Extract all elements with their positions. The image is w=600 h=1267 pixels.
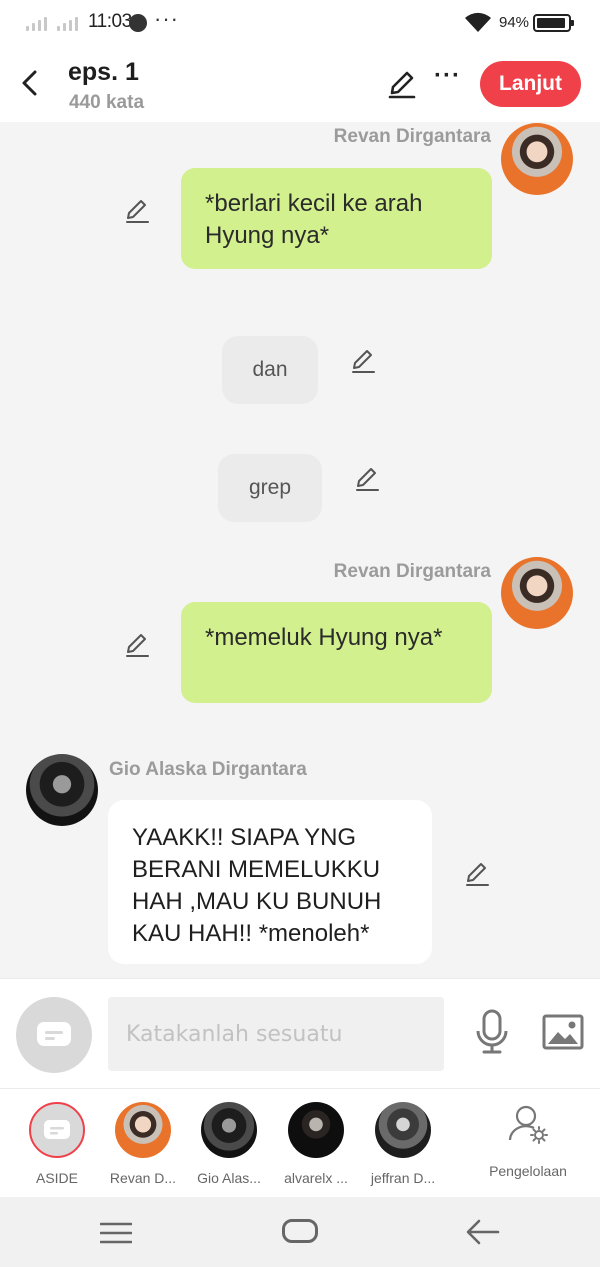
battery-percent: 94% <box>499 14 530 31</box>
more-options-icon[interactable]: ··· <box>434 62 461 90</box>
composer-bar <box>0 978 600 1088</box>
narration-bubble[interactable]: dan <box>222 336 318 404</box>
sender-name: Gio Alaska Dirgantara <box>109 759 307 780</box>
avatar <box>288 1102 344 1158</box>
character-label: jeffran D... <box>370 1170 436 1186</box>
back-button[interactable] <box>14 66 44 100</box>
character-revan[interactable]: Revan D... <box>100 1102 186 1186</box>
editor-header: eps. 1 440 kata ··· Lanjut <box>0 46 600 122</box>
avatar[interactable] <box>26 754 98 826</box>
character-label: Revan D... <box>109 1170 177 1186</box>
image-icon[interactable] <box>542 1014 584 1050</box>
character-alvarelx[interactable]: alvarelx ... <box>273 1102 359 1186</box>
back-arrow-icon[interactable] <box>466 1219 500 1245</box>
home-icon[interactable] <box>282 1219 318 1243</box>
avatar[interactable] <box>501 123 573 195</box>
character-label: alvarelx ... <box>284 1170 348 1186</box>
edit-pencil-icon[interactable] <box>349 347 377 375</box>
user-settings-icon <box>508 1105 548 1144</box>
character-bar: ASIDE Revan D... Gio Alas... alvarelx ..… <box>0 1088 600 1197</box>
next-button[interactable]: Lanjut <box>480 61 581 107</box>
character-aside[interactable]: ASIDE <box>14 1102 100 1186</box>
character-gio[interactable]: Gio Alas... <box>186 1102 272 1186</box>
episode-title: eps. 1 <box>68 58 139 86</box>
avatar <box>115 1102 171 1158</box>
edit-pencil-icon[interactable] <box>463 860 491 888</box>
edit-pencil-icon[interactable] <box>386 68 418 100</box>
avatar[interactable] <box>501 557 573 629</box>
message-bubble[interactable]: *berlari kecil ke arah Hyung nya* <box>181 168 492 269</box>
message-bubble[interactable]: *memeluk Hyung nya* <box>181 602 492 703</box>
status-more-icon: ··· <box>154 6 179 31</box>
chevron-left-icon <box>22 70 37 96</box>
narration-bubble[interactable]: grep <box>218 454 322 522</box>
character-label: Gio Alas... <box>197 1170 261 1186</box>
edit-pencil-icon[interactable] <box>353 465 381 493</box>
chat-bubble-icon <box>37 1022 71 1046</box>
battery-icon <box>533 14 574 32</box>
avatar <box>375 1102 431 1158</box>
character-label: ASIDE <box>35 1170 78 1186</box>
status-time: 11:03 <box>88 11 132 32</box>
microphone-icon[interactable] <box>474 1009 510 1055</box>
character-jeffran[interactable]: jeffran D... <box>360 1102 446 1186</box>
chat-area[interactable]: Revan Dirgantara *berlari kecil ke arah … <box>0 122 600 978</box>
signal-icon <box>26 17 78 31</box>
do-not-disturb-icon <box>129 14 147 32</box>
edit-pencil-icon[interactable] <box>123 197 151 225</box>
message-input[interactable] <box>108 997 444 1071</box>
word-count: 440 kata <box>69 92 145 113</box>
sender-name: Revan Dirgantara <box>333 561 491 582</box>
edit-pencil-icon[interactable] <box>123 631 151 659</box>
avatar <box>201 1102 257 1158</box>
system-nav-bar <box>0 1197 600 1267</box>
status-bar: 11:03 ··· 94% <box>0 0 600 46</box>
management-button[interactable]: Pengelolaan <box>478 1102 578 1179</box>
aside-icon <box>29 1102 85 1158</box>
sender-name: Revan Dirgantara <box>333 126 491 147</box>
message-bubble[interactable]: YAAKK!! SIAPA YNG BERANI MEMELUKKU HAH ,… <box>108 800 432 964</box>
message-mode-button[interactable] <box>16 997 92 1073</box>
menu-icon[interactable] <box>100 1222 132 1244</box>
management-label: Pengelolaan <box>489 1163 567 1179</box>
wifi-icon <box>465 12 491 32</box>
